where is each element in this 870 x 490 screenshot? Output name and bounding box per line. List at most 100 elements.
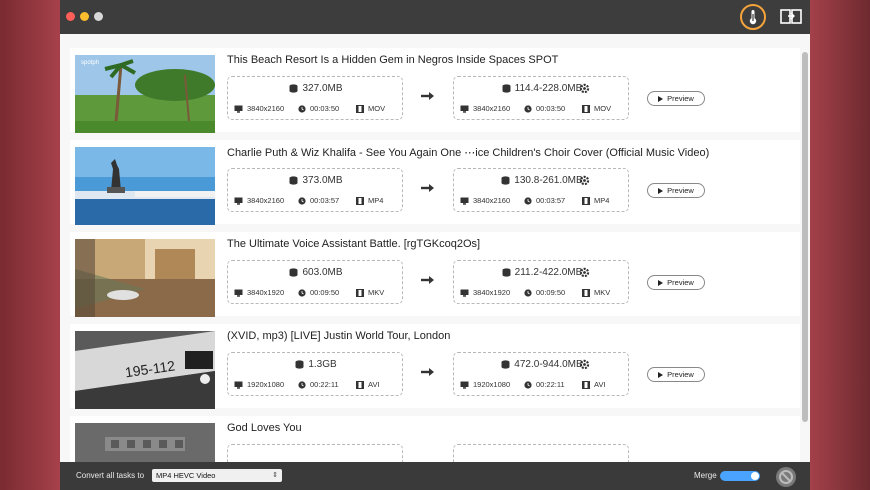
gear-icon[interactable] <box>579 267 590 278</box>
task-title: Charlie Puth & Wiz Khalifa - See You Aga… <box>227 147 710 159</box>
merge-toggle[interactable] <box>720 471 760 481</box>
minimize-window-button[interactable] <box>80 12 89 21</box>
video-thumbnail[interactable] <box>75 423 215 462</box>
source-info-box: 1.3GB 1920x1080 00:22:11 AVI <box>227 352 403 396</box>
compress-icon[interactable] <box>780 8 802 26</box>
monitor-icon <box>460 381 469 389</box>
output-format: MOV <box>594 104 612 113</box>
gear-icon[interactable] <box>579 359 590 370</box>
output-format-select[interactable]: MP4 HEVC Video ⇕ <box>152 469 282 482</box>
film-icon <box>582 196 590 205</box>
task-row: spotph This Beach Resort Is a Hidden Gem… <box>70 48 800 133</box>
arrow-right-icon <box>421 368 434 376</box>
output-size: 114.4-228.0MB <box>514 83 583 94</box>
source-info-box: 603.0MB 3840x1920 00:09:50 MKV <box>227 260 403 304</box>
clock-icon <box>524 380 532 389</box>
source-info-box: 373.0MB 3840x2160 00:03:57 MP4 <box>227 168 403 212</box>
source-duration: 00:03:57 <box>310 196 340 205</box>
clock-icon <box>524 104 532 113</box>
output-duration: 00:03:57 <box>536 196 566 205</box>
convert-all-button[interactable] <box>776 467 796 487</box>
film-icon <box>582 104 590 113</box>
output-size: 211.2-422.0MB <box>514 267 583 278</box>
video-thumbnail[interactable]: 195-112 <box>75 331 215 409</box>
zoom-window-button[interactable] <box>94 12 103 21</box>
film-icon <box>582 380 590 389</box>
output-resolution: 3840x2160 <box>473 196 511 205</box>
database-icon <box>502 268 511 277</box>
database-icon <box>501 176 510 185</box>
task-title: This Beach Resort Is a Hidden Gem in Neg… <box>227 54 559 66</box>
thumbnail-watermark: spotph <box>81 60 99 66</box>
output-format: MKV <box>594 288 611 297</box>
hardware-acceleration-button[interactable] <box>740 4 766 30</box>
task-title: (XVID, mp3) [LIVE] Justin World Tour, Lo… <box>227 330 451 342</box>
monitor-icon <box>234 381 243 389</box>
clock-icon <box>298 196 306 205</box>
title-bar <box>60 0 810 34</box>
clock-icon <box>298 288 306 297</box>
play-icon <box>658 279 664 286</box>
source-info-box <box>227 444 403 462</box>
database-icon <box>501 360 510 369</box>
output-resolution: 3840x1920 <box>473 288 511 297</box>
output-duration: 00:03:50 <box>536 104 566 113</box>
source-size: 373.0MB <box>302 175 343 186</box>
convert-icon <box>779 470 793 484</box>
arrow-right-icon <box>421 92 434 100</box>
clock-icon <box>524 196 532 205</box>
play-icon <box>658 371 664 378</box>
chevron-updown-icon: ⇕ <box>272 472 278 479</box>
arrow-right-icon <box>421 276 434 284</box>
task-row: The Ultimate Voice Assistant Battle. [rg… <box>70 232 800 317</box>
monitor-icon <box>460 197 469 205</box>
film-icon <box>356 288 364 297</box>
preview-button[interactable]: Preview <box>647 183 705 198</box>
source-duration: 00:22:11 <box>310 380 339 389</box>
source-info-box: 327.0MB 3840x2160 00:03:50 MOV <box>227 76 403 120</box>
monitor-icon <box>460 105 469 113</box>
arrow-right-icon <box>421 184 434 192</box>
output-duration: 00:09:50 <box>536 288 566 297</box>
source-size: 603.0MB <box>302 267 343 278</box>
film-icon <box>356 196 364 205</box>
clock-icon <box>298 104 306 113</box>
clock-icon <box>524 288 532 297</box>
database-icon <box>502 84 511 93</box>
task-row: 195-112 (XVID, mp3) [LIVE] Justin World … <box>70 324 800 409</box>
preview-button[interactable]: Preview <box>647 91 705 106</box>
convert-all-label: Convert all tasks to <box>76 471 145 480</box>
preview-button[interactable]: Preview <box>647 367 705 382</box>
source-resolution: 3840x1920 <box>247 288 285 297</box>
output-resolution: 1920x1080 <box>473 380 511 389</box>
video-thumbnail[interactable]: spotph <box>75 55 215 133</box>
source-size: 1.3GB <box>308 359 337 370</box>
database-icon <box>295 360 304 369</box>
film-icon <box>356 380 364 389</box>
scrollbar[interactable] <box>802 52 808 422</box>
source-resolution: 3840x2160 <box>247 104 285 113</box>
clock-icon <box>298 380 306 389</box>
desktop-background-left <box>0 0 60 490</box>
close-window-button[interactable] <box>66 12 75 21</box>
output-info-box: 211.2-422.0MB 3840x1920 00:09:50 MKV <box>453 260 629 304</box>
task-title: The Ultimate Voice Assistant Battle. [rg… <box>227 238 481 250</box>
desktop-background-right <box>808 0 870 490</box>
gear-icon[interactable] <box>579 175 590 186</box>
gear-icon[interactable] <box>579 83 590 94</box>
thermometer-icon <box>749 10 757 25</box>
video-thumbnail[interactable] <box>75 147 215 225</box>
source-duration: 00:09:50 <box>310 288 340 297</box>
monitor-icon <box>234 197 243 205</box>
app-window: spotph This Beach Resort Is a Hidden Gem… <box>60 0 810 490</box>
task-list[interactable]: spotph This Beach Resort Is a Hidden Gem… <box>60 34 810 462</box>
output-info-box: 130.8-261.0MB 3840x2160 00:03:57 MP4 <box>453 168 629 212</box>
video-thumbnail[interactable] <box>75 239 215 317</box>
output-info-box: 114.4-228.0MB 3840x2160 00:03:50 MOV <box>453 76 629 120</box>
output-info-box <box>453 444 629 462</box>
database-icon <box>289 268 298 277</box>
source-format: MOV <box>368 104 386 113</box>
task-title: God Loves You <box>227 422 302 434</box>
output-format: MP4 <box>594 196 610 205</box>
preview-button[interactable]: Preview <box>647 275 705 290</box>
